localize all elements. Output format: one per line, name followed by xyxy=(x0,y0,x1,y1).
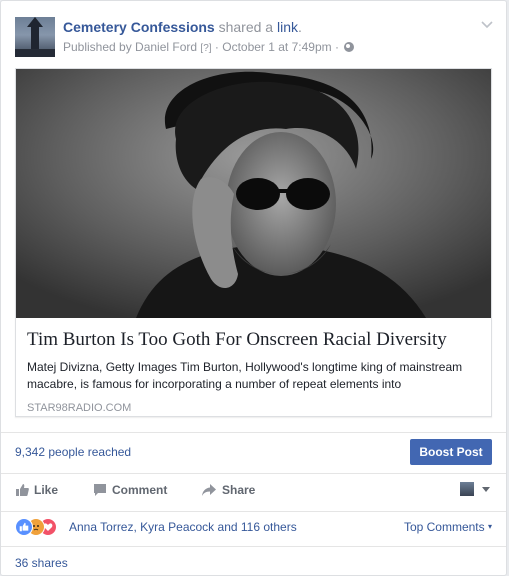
viewer-avatar[interactable] xyxy=(460,482,474,496)
like-button[interactable]: Like xyxy=(15,483,58,497)
shared-link[interactable]: link xyxy=(277,19,298,35)
portrait-photo-shape xyxy=(16,69,491,318)
meta-separator-2: · xyxy=(334,40,339,54)
page-name-link[interactable]: Cemetery Confessions xyxy=(63,19,215,35)
reactions-row: Anna Torrez, Kyra Peacock and 116 others… xyxy=(15,517,492,537)
post-title-line: Cemetery Confessions shared a link. xyxy=(63,19,302,35)
divider xyxy=(1,511,506,512)
published-by[interactable]: Published by Daniel Ford xyxy=(63,40,197,54)
comment-icon xyxy=(94,484,106,496)
link-preview-text: Tim Burton Is Too Goth For Onscreen Raci… xyxy=(27,328,481,414)
reaction-names-link[interactable]: Anna Torrez, Kyra Peacock and 116 others xyxy=(69,520,297,534)
shared-text: shared a xyxy=(218,19,274,35)
caret-down-icon[interactable] xyxy=(482,487,490,492)
like-label: Like xyxy=(34,483,59,497)
top-comments-label: Top Comments xyxy=(403,520,485,534)
thumbs-up-icon xyxy=(16,484,29,496)
share-label: Share xyxy=(222,483,256,497)
divider xyxy=(1,546,506,547)
globe-icon[interactable] xyxy=(344,42,355,52)
post-card: Cemetery Confessions shared a link. Publ… xyxy=(0,0,507,576)
caret-down-icon: ▾ xyxy=(487,522,492,531)
action-bar: Like Comment Share xyxy=(15,479,492,505)
divider xyxy=(1,473,506,474)
shares-count-link[interactable]: 36 shares xyxy=(15,556,68,570)
page-avatar[interactable] xyxy=(15,17,55,57)
chevron-down-icon[interactable] xyxy=(480,17,494,31)
comment-button[interactable]: Comment xyxy=(93,483,167,497)
link-title[interactable]: Tim Burton Is Too Goth For Onscreen Raci… xyxy=(27,328,481,352)
comment-label: Comment xyxy=(112,483,168,497)
boost-post-button[interactable]: Boost Post xyxy=(410,439,492,465)
meta-separator: · xyxy=(214,40,219,54)
post-date[interactable]: October 1 at 7:49pm xyxy=(222,40,331,54)
like-reaction-icon[interactable] xyxy=(15,518,33,536)
people-reached-link[interactable]: 9,342 people reached xyxy=(15,445,131,459)
post-meta: Published by Daniel Ford [?] · October 1… xyxy=(63,40,355,54)
post-header: Cemetery Confessions shared a link. Publ… xyxy=(15,15,494,59)
insights-row: 9,342 people reached Boost Post xyxy=(15,439,492,465)
top-comments-dropdown[interactable]: Top Comments ▾ xyxy=(404,520,492,534)
help-mark[interactable]: [?] xyxy=(200,43,211,54)
reaction-icons[interactable] xyxy=(15,518,65,536)
link-preview-image[interactable] xyxy=(16,69,491,318)
link-description: Matej Divizna, Getty Images Tim Burton, … xyxy=(27,360,463,391)
share-button[interactable]: Share xyxy=(201,483,255,497)
divider xyxy=(1,432,506,433)
link-preview[interactable]: Tim Burton Is Too Goth For Onscreen Raci… xyxy=(15,68,492,417)
ground-shape xyxy=(15,49,55,57)
share-arrow-icon xyxy=(202,484,216,496)
link-domain: STAR98RADIO.COM xyxy=(27,402,132,414)
shared-period: . xyxy=(298,19,302,35)
